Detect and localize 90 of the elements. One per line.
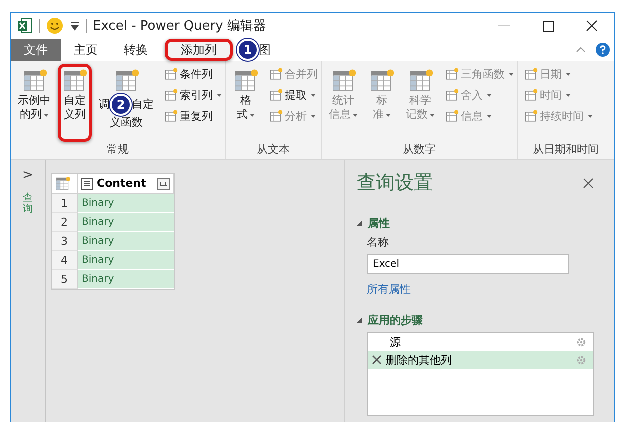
dropdown-icon [311,94,316,96]
dropdown-icon [217,94,222,96]
name-field[interactable]: Excel [367,254,569,274]
column-icon [165,68,178,80]
column-icon [525,110,538,122]
column-icon [165,88,178,102]
column-icon [446,88,459,102]
ribbon-tab[interactable]: 图 [259,39,284,61]
table-icon [55,176,71,192]
group-title: 从数字 [402,142,437,157]
step-item[interactable]: 删除的其他列 [368,351,593,369]
ribbon-small-button[interactable]: 条件列 [165,65,222,83]
help-icon [596,43,610,57]
column-icon [270,110,283,122]
collapse-icon [576,47,586,53]
dropdown-icon [566,94,571,96]
text-type-icon [81,178,93,190]
ribbon-tab[interactable]: 添加列 [165,39,233,61]
row-number: 1 [52,194,78,213]
collapse-icon [357,318,362,323]
section-header[interactable]: 应用的步骤 [368,313,423,328]
column-header[interactable]: Content [78,174,174,194]
table-icon [369,68,395,94]
dropdown-icon [566,72,571,76]
column-icon [165,110,178,122]
table-cell: Binary [78,194,174,213]
callout-badge: 1 [237,39,259,61]
ribbon-button[interactable]: 示例中 的列 [14,64,55,142]
column-icon [525,88,538,102]
ribbon-small-button[interactable]: 提取 [270,86,318,104]
ribbon-small-button[interactable]: 索引列 [165,86,222,104]
group-title: 从日期和时间 [532,142,600,157]
excel-icon [17,18,33,34]
row-number: 2 [52,213,78,232]
smiley-icon [46,17,64,35]
ribbon-tab[interactable]: 主页 [61,39,111,61]
queries-label: 查询 [23,193,33,215]
group-title: 常规 [106,142,130,157]
dropdown-icon [386,114,391,116]
table-menu-button[interactable] [52,174,78,194]
all-properties-link[interactable]: 所有属性 [357,282,594,297]
window-title: Excel - Power Query 编辑器 [93,18,266,35]
dropdown-icon [487,114,492,118]
gear-icon [576,354,587,366]
table-icon [62,68,88,94]
gear-icon [576,336,587,348]
close-icon [586,20,598,32]
table-cell: Binary [78,270,174,289]
ribbon-button[interactable]: 格 式 [229,64,263,142]
table-icon [22,68,48,94]
minimize-icon [498,25,510,27]
maximize-icon [542,20,554,32]
dropdown-icon [311,114,316,118]
customize-icon [70,20,80,32]
expand-button[interactable]: > [22,168,34,183]
ribbon-button[interactable]: 自定 义列 [58,64,92,142]
table-cell: Binary [78,213,174,232]
ribbon-tab[interactable]: 文件 [11,39,61,61]
ribbon-tab[interactable]: 转换 [111,39,161,61]
dropdown-icon [588,114,593,118]
table-icon [330,68,356,94]
row-number: 4 [52,251,78,270]
column-icon [270,88,283,102]
dropdown-icon [44,114,49,116]
column-icon [446,110,459,122]
dropdown-icon [430,114,435,116]
dropdown-icon [353,114,358,116]
table-cell: Binary [78,232,174,251]
column-icon [446,68,459,80]
table-icon [233,68,259,94]
row-number: 5 [52,270,78,289]
callout-badge: 2 [110,94,132,116]
group-title: 从文本 [256,142,291,157]
ribbon-button[interactable]: 调 2 自定 义函数 [95,64,158,142]
section-header[interactable]: 属性 [368,216,390,231]
table-icon [408,68,434,94]
close-icon [583,178,594,188]
panel-title: 查询设置 [357,171,433,196]
table-icon [114,68,140,94]
name-label: 名称 [366,235,390,250]
ribbon-small-button[interactable]: 重复列 [165,107,222,125]
expand-column-icon [157,178,170,190]
column-icon [525,68,538,80]
table-cell: Binary [78,251,174,270]
row-number: 3 [52,232,78,251]
column-icon [270,68,283,80]
dropdown-icon [487,94,492,96]
dropdown-icon [250,114,255,116]
dropdown-icon [509,72,514,76]
collapse-icon [357,221,362,226]
